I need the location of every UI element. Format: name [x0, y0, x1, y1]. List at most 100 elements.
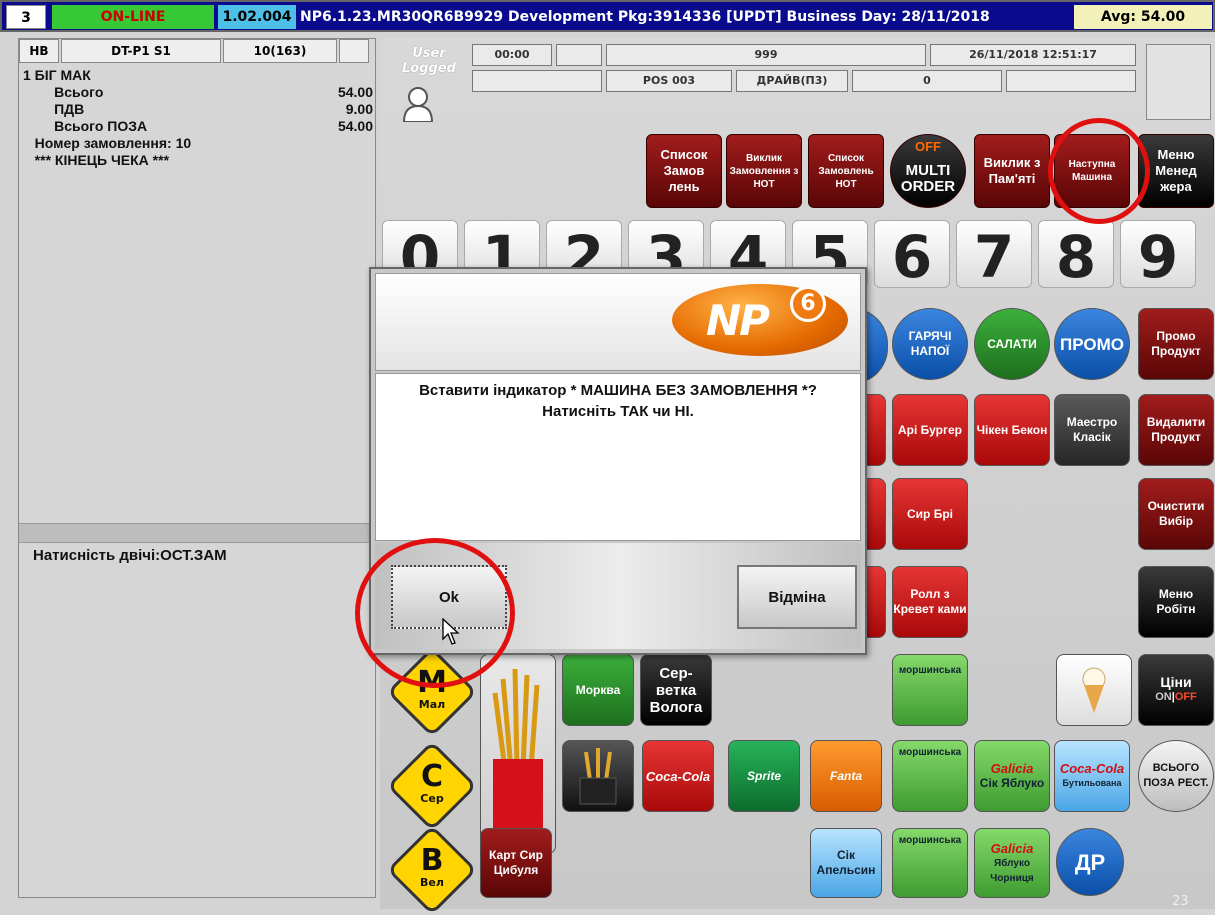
receipt-line[interactable]: Номер замовлення: 10: [23, 135, 373, 152]
dr-button[interactable]: ДР: [1056, 828, 1124, 896]
recall-hot-order-button[interactable]: Виклик Замовлення з HOT: [726, 134, 802, 208]
coca-cola-brand-label: Coca-Cola: [1059, 761, 1125, 776]
user-logged-label-1: User: [412, 46, 446, 61]
galicia-berry-label: Яблуко Чорниця: [990, 857, 1034, 884]
receipt-header-empty: [339, 39, 369, 63]
slide-number: 23: [1172, 894, 1189, 909]
recall-memory-button[interactable]: Виклик з Пам'яті: [974, 134, 1050, 208]
mode-cell: ДРАЙВ(П3): [736, 70, 848, 92]
digit-6-key[interactable]: 6: [874, 220, 950, 291]
ice-cream-button[interactable]: [1056, 654, 1132, 726]
receipt-header-station: DT-P1 S1: [61, 39, 221, 63]
bottled-label: Бутильована: [1062, 778, 1122, 788]
receipt-header: HB DT-P1 S1 10(163): [19, 39, 375, 65]
fanta-button[interactable]: Fanta: [810, 740, 882, 812]
package-info: NP6.1.23.MR30QR6B9929 Development Pkg:39…: [300, 9, 990, 25]
annotation-circle-next-car: [1048, 118, 1150, 224]
carrot-button[interactable]: Морква: [562, 654, 634, 726]
panel-divider[interactable]: [19, 523, 375, 543]
digit-7-key[interactable]: 7: [956, 220, 1032, 291]
cancel-button[interactable]: Відміна: [737, 565, 857, 629]
delete-product-button[interactable]: Видалити Продукт: [1138, 394, 1214, 466]
size-letter: C: [420, 759, 444, 794]
dialog-message: Вставити індикатор * МАШИНА БЕЗ ЗАМОВЛЕН…: [375, 373, 861, 541]
receipt-line-text: 1 БІГ МАК: [23, 67, 91, 83]
partial-product-button[interactable]: [864, 478, 886, 550]
receipt-line-text: Всього: [23, 84, 104, 100]
orange-juice-button[interactable]: Сік Апельсин: [810, 828, 882, 898]
annotation-circle-ok: [355, 538, 515, 688]
clear-selection-button[interactable]: Очистити Вибір: [1138, 478, 1214, 550]
partial-product-button[interactable]: [864, 566, 886, 638]
chicken-bacon-button[interactable]: Чікен Бекон: [974, 394, 1050, 466]
salads-button[interactable]: САЛАТИ: [974, 308, 1050, 380]
galicia-apple-juice-button[interactable]: Galicia Сік Яблуко: [974, 740, 1050, 812]
coca-cola-bottle-button[interactable]: Coca-Cola Бутильована: [1054, 740, 1130, 812]
empty-cell: [472, 70, 602, 92]
morshynska-small-button[interactable]: моршинська: [892, 828, 968, 898]
prices-toggle-button[interactable]: Ціни ON|OFF: [1138, 654, 1214, 726]
partial-product-button[interactable]: [864, 394, 886, 466]
digit-9-key[interactable]: 9: [1120, 220, 1196, 291]
size-letter: B: [420, 843, 444, 878]
user-logged-label-2: Logged: [402, 61, 456, 76]
hot-drinks-button[interactable]: ГАРЯЧІ НАПОЇ: [892, 308, 968, 380]
empty-cell: [1006, 70, 1136, 92]
hot-orders-list-button[interactable]: Список Замовлень HOT: [808, 134, 884, 208]
digit-8-key[interactable]: 8: [1038, 220, 1114, 291]
wet-napkin-button[interactable]: Сер- ветка Волога: [640, 654, 712, 726]
receipt-line[interactable]: ПДВ 9.00: [23, 101, 373, 118]
code-cell: 999: [606, 44, 926, 66]
user-icon: [402, 87, 434, 122]
morshynska-button[interactable]: моршинська: [892, 654, 968, 726]
receipt-lines[interactable]: 1 БІГ МАК Всього 54.00 ПДВ 9.00 Всього ПОЗ…: [23, 67, 373, 169]
terminal-number: 3: [6, 5, 46, 29]
receipt-panel: HB DT-P1 S1 10(163) 1 БІГ МАК Всього 54.0…: [18, 38, 376, 898]
average-check: Avg: 54.00: [1074, 5, 1212, 29]
fries-icon: [492, 668, 543, 829]
size-large-key[interactable]: B Вел: [386, 824, 478, 915]
galicia-apple-blueberry-button[interactable]: Galicia Яблуко Чорниця: [974, 828, 1050, 898]
dialog-header: NP 6: [375, 273, 861, 371]
orders-list-button[interactable]: Список Замов лень: [646, 134, 722, 208]
receipt-line-text: Всього ПОЗА: [23, 118, 148, 134]
online-status: ON-LINE: [52, 5, 214, 29]
count-cell: 0: [852, 70, 1002, 92]
morshynska-bottle-button[interactable]: моршинська: [892, 740, 968, 812]
large-fries-image[interactable]: [480, 654, 556, 854]
fries-box-icon: [579, 748, 617, 805]
size-label: Вел: [420, 876, 444, 889]
np-logo-text: NP: [706, 296, 770, 345]
promo-button[interactable]: ПРОМО: [1054, 308, 1130, 380]
receipt-line[interactable]: 1 БІГ МАК: [23, 67, 373, 84]
receipt-line-text: ПДВ: [23, 101, 85, 117]
receipt-line-amount: 9.00: [345, 101, 373, 117]
shrimp-roll-button[interactable]: Ролл з Кревет ками: [892, 566, 968, 638]
user-logged-indicator: User Logged: [394, 46, 464, 126]
potato-cheese-onion-button[interactable]: Карт Сир Цибуля: [480, 828, 552, 898]
coca-cola-button[interactable]: Coca-Cola: [642, 740, 714, 812]
size-medium-key[interactable]: C Сер: [386, 740, 478, 832]
receipt-header-order: 10(163): [223, 39, 337, 63]
total-outside-restaurant-button[interactable]: ВСЬОГО ПОЗА РЕСТ.: [1138, 740, 1214, 812]
receipt-line[interactable]: Всього ПОЗА 54.00: [23, 118, 373, 135]
prices-on-label: ON: [1155, 691, 1172, 703]
receipt-line[interactable]: *** КІНЕЦЬ ЧЕКА ***: [23, 152, 373, 169]
apple-burger-button[interactable]: Арі Бургер: [892, 394, 968, 466]
prices-off-label: OFF: [1174, 691, 1197, 703]
receipt-line-amount: 54.00: [337, 84, 373, 100]
brie-button[interactable]: Сир Брі: [892, 478, 968, 550]
promo-product-button[interactable]: Промо Продукт: [1138, 308, 1214, 380]
staff-menu-button[interactable]: Меню Робітн: [1138, 566, 1214, 638]
prices-label: Ціни: [1160, 674, 1192, 690]
time-cell: 00:00: [472, 44, 552, 66]
ice-cream-icon: [1082, 667, 1106, 713]
sprite-button[interactable]: Sprite: [728, 740, 800, 812]
receipt-line[interactable]: Всього 54.00: [23, 84, 373, 101]
receipt-line-amount: 54.00: [337, 118, 373, 134]
multi-order-button[interactable]: OFF MULTI ORDER: [890, 134, 966, 208]
datetime-cell: 26/11/2018 12:51:17: [930, 44, 1136, 66]
receipt-header-mode: HB: [19, 39, 59, 63]
small-fries-image[interactable]: [562, 740, 634, 812]
maestro-classic-button[interactable]: Маестро Класік: [1054, 394, 1130, 466]
